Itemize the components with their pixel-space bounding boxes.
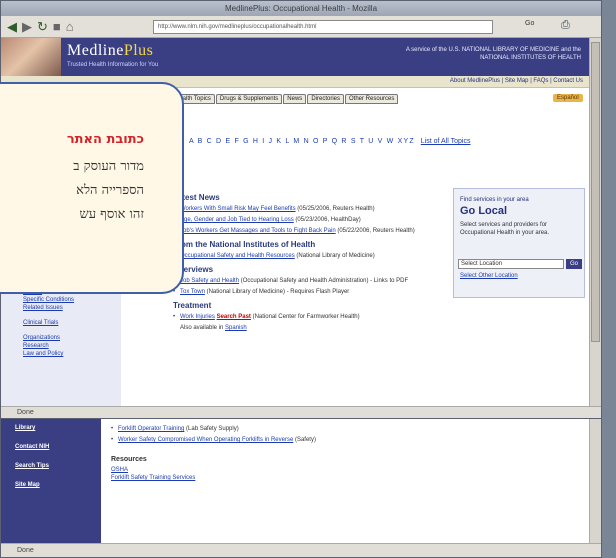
nih-heading: From the National Institutes of Health	[173, 240, 316, 249]
search-past-badge[interactable]: Search Past	[217, 314, 251, 320]
url-bar[interactable]: http://www.nlm.nih.gov/medlineplus/occup…	[153, 20, 493, 34]
tab-other-resources[interactable]: Other Resources	[345, 94, 399, 104]
sidebar-link[interactable]: Law and Policy	[23, 350, 119, 358]
reload-icon[interactable]: ↻	[37, 19, 48, 34]
callout-heading: כתובת האתר	[66, 132, 144, 147]
page-viewport: Library Contact NIH Search Tips Site Map…	[1, 419, 589, 543]
spanish-link[interactable]: Spanish	[225, 325, 247, 331]
hebrew-callout: כתובת האתר מדור העוסק ב הספרייה הלא זהו …	[0, 82, 184, 294]
banner-photo	[1, 38, 61, 76]
resource-link[interactable]: OSHA	[111, 466, 581, 474]
sidebar-link[interactable]: Related Issues	[23, 304, 119, 312]
go-local-title: Go Local	[460, 205, 508, 217]
status-bar: Done	[1, 543, 601, 557]
all-topics-link[interactable]: List of All Topics	[421, 138, 471, 145]
nav-link[interactable]: Contact NIH	[15, 444, 75, 451]
list-item: Workers With Small Risk May Feel Benefit…	[173, 205, 438, 213]
tab-drugs[interactable]: Drugs & Supplements	[215, 94, 283, 104]
sidebar-link[interactable]: Clinical Trials	[23, 319, 119, 327]
tab-news[interactable]: News	[283, 94, 307, 104]
go-local-header: Find services in your area	[460, 197, 529, 203]
callout-line: מדור העוסק ב	[73, 159, 144, 174]
go-local-text: Select services and providers for Occupa…	[460, 222, 550, 236]
callout-line: הספרייה הלא	[76, 183, 144, 198]
sidebar-link[interactable]: Organizations	[23, 334, 119, 342]
main-content: Forklift Operator Training (Lab Safety S…	[111, 425, 581, 482]
nav-link[interactable]: Library	[15, 425, 75, 432]
list-item: Occupational Safety and Health Resources…	[173, 252, 438, 260]
nav-toolbar: ◀ ▶ ↻ ■ ⌂ http://www.nlm.nih.gov/medline…	[1, 16, 601, 38]
list-item: Forklift Operator Training (Lab Safety S…	[111, 425, 581, 433]
sidebar-link[interactable]: Research	[23, 342, 119, 350]
list-item: Job Safety and Health (Occupational Safe…	[173, 277, 438, 285]
status-bar: Done	[1, 406, 601, 418]
latest-news-heading: Latest News	[173, 193, 220, 202]
vertical-scrollbar[interactable]	[589, 38, 601, 406]
nav-link[interactable]: Site Map	[15, 482, 75, 489]
alphabet-index[interactable]: A B C D E F G H I J K L M N O P Q R S T …	[189, 138, 470, 145]
site-tagline: Trusted Health Information for You	[67, 62, 159, 68]
go-local-box: Find services in your area Go Local Sele…	[453, 188, 585, 298]
callout-line: זהו אוסף עש	[79, 207, 144, 222]
utility-links[interactable]: About MedlinePlus | Site Map | FAQs | Co…	[450, 78, 583, 84]
location-select[interactable]: Select Location	[458, 259, 564, 269]
treatment-heading: Treatment	[173, 301, 212, 310]
other-location-link[interactable]: Select Other Location	[460, 273, 518, 279]
stop-icon[interactable]: ■	[53, 19, 61, 34]
medlineplus-banner: MedlinePlus Trusted Health Information f…	[1, 38, 589, 76]
screenshot: MedlinePlus: Occupational Health - Mozil…	[0, 0, 616, 558]
resource-link[interactable]: Forklift Safety Training Services	[111, 474, 581, 482]
home-icon[interactable]: ⌂	[66, 19, 74, 34]
browser-window-bottom: Library Contact NIH Search Tips Site Map…	[0, 418, 602, 558]
forward-icon[interactable]: ▶	[22, 19, 32, 34]
nih-credit: A service of the U.S. NATIONAL LIBRARY O…	[405, 47, 581, 61]
also-available: Also available in Spanish	[180, 325, 247, 331]
main-content: Latest News Workers With Small Risk May …	[173, 188, 438, 332]
list-item: Age, Gender and Job Tied to Hearing Loss…	[173, 216, 438, 224]
nav-link[interactable]: Search Tips	[15, 463, 75, 470]
window-title: MedlinePlus: Occupational Health - Mozil…	[1, 1, 601, 16]
back-icon[interactable]: ◀	[7, 19, 17, 34]
espanol-button[interactable]: Español	[553, 94, 583, 102]
tab-directories[interactable]: Directories	[307, 94, 344, 104]
list-item: Tox Town (National Library of Medicine) …	[173, 288, 438, 296]
go-button[interactable]: Go	[525, 20, 534, 27]
sidebar-links: Coping Specific Conditions Related Issue…	[23, 288, 119, 358]
scrollbar-thumb[interactable]	[591, 42, 600, 342]
go-local-go-button[interactable]: Go	[566, 259, 582, 269]
list-item: Work Injuries Search Past (National Cent…	[173, 313, 438, 321]
sidebar-link[interactable]: Specific Conditions	[23, 296, 119, 304]
print-icon[interactable]: ⎙	[561, 19, 570, 32]
left-nav: Library Contact NIH Search Tips Site Map	[1, 419, 101, 543]
list-item: Worker Safety Compromised When Operating…	[111, 436, 581, 444]
site-tabs: Health Topics Drugs & Supplements News D…	[171, 94, 399, 104]
medlineplus-logo[interactable]: MedlinePlus	[67, 42, 153, 60]
resources-heading: Resources	[111, 456, 147, 463]
vertical-scrollbar[interactable]	[589, 419, 601, 543]
overviews-heading: Overviews	[173, 265, 214, 274]
list-item: Job's Workers Get Massages and Tools to …	[173, 227, 438, 235]
callout-text: כתובת האתר מדור העוסק ב הספרייה הלא זהו …	[0, 132, 144, 227]
